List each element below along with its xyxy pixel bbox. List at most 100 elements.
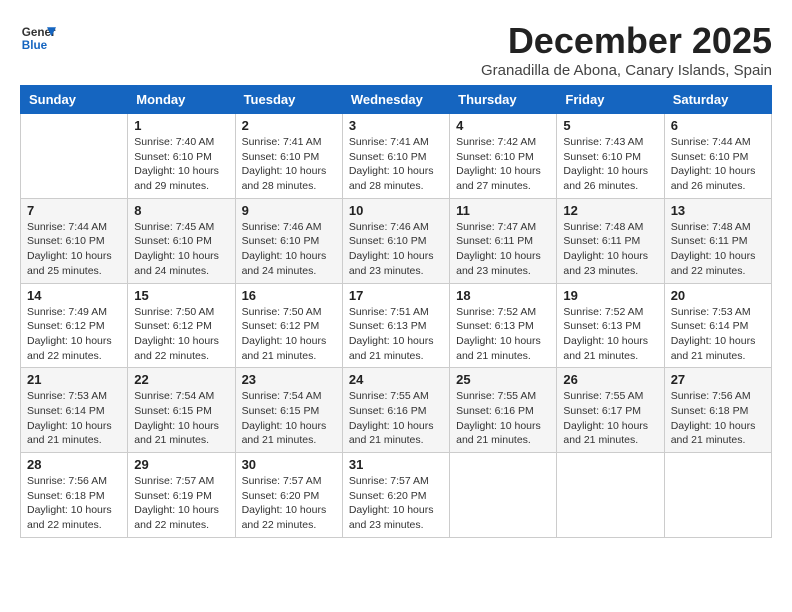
day-number: 16 [242,288,336,303]
day-number: 20 [671,288,765,303]
calendar-cell: 9 Sunrise: 7:46 AMSunset: 6:10 PMDaylight… [235,198,342,283]
day-number: 10 [349,203,443,218]
day-info: Sunrise: 7:40 AMSunset: 6:10 PMDaylight:… [134,135,228,194]
day-number: 21 [27,372,121,387]
calendar-cell: 14Sunrise: 7:49 AMSunset: 6:12 PMDayligh… [21,283,128,368]
day-number: 30 [242,457,336,472]
day-info: Sunrise: 7:43 AMSunset: 6:10 PMDaylight:… [563,135,657,194]
calendar-cell: 3 Sunrise: 7:41 AMSunset: 6:10 PMDaylight… [342,114,449,199]
day-number: 3 [349,118,443,133]
day-number: 31 [349,457,443,472]
day-number: 15 [134,288,228,303]
calendar-cell: 6Sunrise: 7:44 AMSunset: 6:10 PMDaylight… [664,114,771,199]
calendar-cell: 16Sunrise: 7:50 AMSunset: 6:12 PMDayligh… [235,283,342,368]
day-info: Sunrise: 7:57 AMSunset: 6:19 PMDaylight:… [134,474,228,533]
location-subtitle: Granadilla de Abona, Canary Islands, Spa… [481,62,772,79]
calendar-cell: 4Sunrise: 7:42 AMSunset: 6:10 PMDaylight… [450,114,557,199]
logo-icon: General Blue [20,20,56,56]
page-header: General Blue December 2025 Granadilla de… [20,20,772,79]
calendar-cell: 11 Sunrise: 7:47 AMSunset: 6:11 PMDayligh… [450,198,557,283]
svg-text:Blue: Blue [22,39,48,52]
day-info: Sunrise: 7:57 AMSunset: 6:20 PMDaylight:… [349,474,443,533]
month-title: December 2025 [481,20,772,62]
calendar-cell [557,453,664,538]
calendar-table: SundayMondayTuesdayWednesdayThursdayFrid… [20,85,772,538]
calendar-cell: 21 Sunrise: 7:53 AMSunset: 6:14 PMDayligh… [21,368,128,453]
day-number: 22 [134,372,228,387]
day-number: 2 [242,118,336,133]
calendar-cell: 26Sunrise: 7:55 AMSunset: 6:17 PMDayligh… [557,368,664,453]
day-number: 5 [563,118,657,133]
calendar-cell: 10 Sunrise: 7:46 AMSunset: 6:10 PMDayligh… [342,198,449,283]
day-info: Sunrise: 7:41 AMSunset: 6:10 PMDaylight:… [349,135,443,194]
week-row-0: 1 Sunrise: 7:40 AMSunset: 6:10 PMDaylight… [21,114,772,199]
day-info: Sunrise: 7:53 AMSunset: 6:14 PMDaylight:… [671,305,765,364]
day-info: Sunrise: 7:50 AMSunset: 6:12 PMDaylight:… [134,305,228,364]
day-info: Sunrise: 7:51 AMSunset: 6:13 PMDaylight:… [349,305,443,364]
calendar-cell: 7 Sunrise: 7:44 AMSunset: 6:10 PMDaylight… [21,198,128,283]
header-saturday: Saturday [664,86,771,114]
logo: General Blue [20,20,56,56]
calendar-cell: 19 Sunrise: 7:52 AMSunset: 6:13 PMDayligh… [557,283,664,368]
day-number: 28 [27,457,121,472]
calendar-cell: 29 Sunrise: 7:57 AMSunset: 6:19 PMDayligh… [128,453,235,538]
day-number: 13 [671,203,765,218]
day-info: Sunrise: 7:44 AMSunset: 6:10 PMDaylight:… [671,135,765,194]
calendar-cell: 2Sunrise: 7:41 AMSunset: 6:10 PMDaylight… [235,114,342,199]
day-number: 11 [456,203,550,218]
day-info: Sunrise: 7:55 AMSunset: 6:16 PMDaylight:… [349,389,443,448]
day-info: Sunrise: 7:52 AMSunset: 6:13 PMDaylight:… [456,305,550,364]
day-info: Sunrise: 7:57 AMSunset: 6:20 PMDaylight:… [242,474,336,533]
day-info: Sunrise: 7:46 AMSunset: 6:10 PMDaylight:… [349,220,443,279]
calendar-cell: 18 Sunrise: 7:52 AMSunset: 6:13 PMDayligh… [450,283,557,368]
day-number: 19 [563,288,657,303]
week-row-3: 21 Sunrise: 7:53 AMSunset: 6:14 PMDayligh… [21,368,772,453]
calendar-header-row: SundayMondayTuesdayWednesdayThursdayFrid… [21,86,772,114]
calendar-cell: 1 Sunrise: 7:40 AMSunset: 6:10 PMDaylight… [128,114,235,199]
day-number: 8 [134,203,228,218]
calendar-cell: 31 Sunrise: 7:57 AMSunset: 6:20 PMDayligh… [342,453,449,538]
calendar-cell: 25Sunrise: 7:55 AMSunset: 6:16 PMDayligh… [450,368,557,453]
calendar-cell [21,114,128,199]
header-monday: Monday [128,86,235,114]
day-number: 24 [349,372,443,387]
day-info: Sunrise: 7:54 AMSunset: 6:15 PMDaylight:… [242,389,336,448]
day-number: 18 [456,288,550,303]
day-info: Sunrise: 7:47 AMSunset: 6:11 PMDaylight:… [456,220,550,279]
day-number: 12 [563,203,657,218]
calendar-cell: 23 Sunrise: 7:54 AMSunset: 6:15 PMDayligh… [235,368,342,453]
day-info: Sunrise: 7:49 AMSunset: 6:12 PMDaylight:… [27,305,121,364]
day-info: Sunrise: 7:56 AMSunset: 6:18 PMDaylight:… [671,389,765,448]
day-info: Sunrise: 7:44 AMSunset: 6:10 PMDaylight:… [27,220,121,279]
day-number: 25 [456,372,550,387]
title-area: December 2025 Granadilla de Abona, Canar… [481,20,772,79]
week-row-1: 7 Sunrise: 7:44 AMSunset: 6:10 PMDaylight… [21,198,772,283]
calendar-cell: 17 Sunrise: 7:51 AMSunset: 6:13 PMDayligh… [342,283,449,368]
calendar-cell: 13 Sunrise: 7:48 AMSunset: 6:11 PMDayligh… [664,198,771,283]
day-number: 23 [242,372,336,387]
day-number: 7 [27,203,121,218]
week-row-2: 14Sunrise: 7:49 AMSunset: 6:12 PMDayligh… [21,283,772,368]
day-info: Sunrise: 7:52 AMSunset: 6:13 PMDaylight:… [563,305,657,364]
calendar-cell: 12 Sunrise: 7:48 AMSunset: 6:11 PMDayligh… [557,198,664,283]
day-number: 17 [349,288,443,303]
day-info: Sunrise: 7:53 AMSunset: 6:14 PMDaylight:… [27,389,121,448]
day-info: Sunrise: 7:55 AMSunset: 6:17 PMDaylight:… [563,389,657,448]
day-info: Sunrise: 7:42 AMSunset: 6:10 PMDaylight:… [456,135,550,194]
day-number: 1 [134,118,228,133]
calendar-cell [450,453,557,538]
day-info: Sunrise: 7:46 AMSunset: 6:10 PMDaylight:… [242,220,336,279]
calendar-cell: 27Sunrise: 7:56 AMSunset: 6:18 PMDayligh… [664,368,771,453]
day-info: Sunrise: 7:48 AMSunset: 6:11 PMDaylight:… [671,220,765,279]
day-number: 9 [242,203,336,218]
calendar-cell: 28Sunrise: 7:56 AMSunset: 6:18 PMDayligh… [21,453,128,538]
calendar-cell [664,453,771,538]
calendar-cell: 22Sunrise: 7:54 AMSunset: 6:15 PMDayligh… [128,368,235,453]
header-thursday: Thursday [450,86,557,114]
calendar-cell: 15 Sunrise: 7:50 AMSunset: 6:12 PMDayligh… [128,283,235,368]
calendar-cell: 24 Sunrise: 7:55 AMSunset: 6:16 PMDayligh… [342,368,449,453]
day-number: 29 [134,457,228,472]
day-info: Sunrise: 7:48 AMSunset: 6:11 PMDaylight:… [563,220,657,279]
calendar-cell: 30 Sunrise: 7:57 AMSunset: 6:20 PMDayligh… [235,453,342,538]
header-wednesday: Wednesday [342,86,449,114]
